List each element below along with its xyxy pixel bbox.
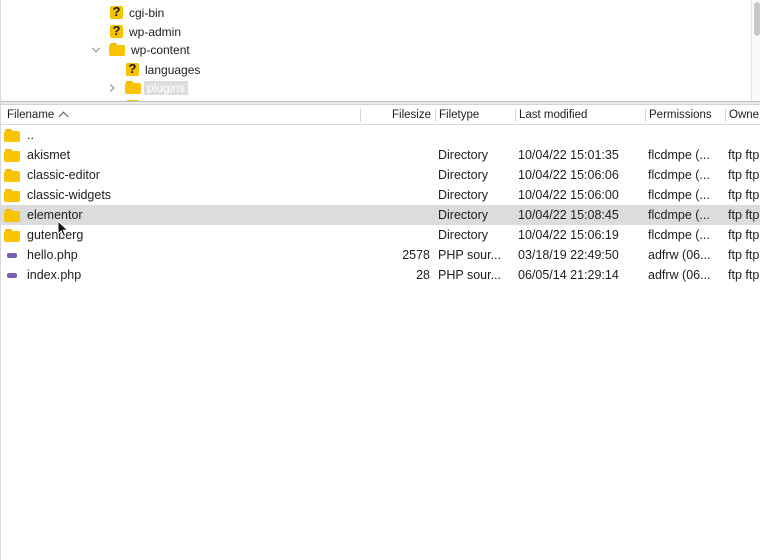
file-type: Directory <box>438 228 489 242</box>
tree-item-label: wp-admin <box>129 24 182 39</box>
file-modified: 10/04/22 15:01:35 <box>518 148 619 162</box>
remote-file-list[interactable]: Filename Filesize Filetype Last modified… <box>1 105 760 560</box>
file-name-cell: index.php <box>4 265 359 285</box>
table-row[interactable]: .. <box>1 125 760 145</box>
tree-item-languages[interactable]: ? languages <box>126 60 200 79</box>
tree-item-label: languages <box>145 62 201 77</box>
file-modified: 03/18/19 22:49:50 <box>518 248 619 262</box>
column-header-filesize[interactable]: Filesize <box>361 105 435 125</box>
tree-item-label: cgi-bin <box>129 5 165 20</box>
file-name: classic-editor <box>27 168 100 182</box>
column-header-label: Filename <box>7 109 55 121</box>
folder-icon <box>4 208 20 222</box>
file-name: elementor <box>27 208 83 222</box>
folder-icon <box>4 228 20 242</box>
column-header-label: Permissions <box>649 109 712 121</box>
file-permissions: adfrw (06... <box>648 248 711 262</box>
file-type: Directory <box>438 148 489 162</box>
file-owner: ftp ftp <box>728 228 760 242</box>
file-name-cell: classic-editor <box>4 165 359 185</box>
table-row[interactable]: classic-editor Directory 10/04/22 15:06:… <box>1 165 760 185</box>
file-permissions: flcdmpe (... <box>648 228 710 242</box>
file-owner: ftp ftp <box>728 148 760 162</box>
file-size: 2578 <box>402 248 430 262</box>
column-header-owner[interactable]: Owne <box>725 105 760 125</box>
sort-ascending-icon <box>59 110 69 120</box>
file-name-cell: hello.php <box>4 245 359 265</box>
folder-icon <box>4 128 20 142</box>
file-name-cell: classic-widgets <box>4 185 359 205</box>
column-header-label: Owne <box>729 109 760 121</box>
file-name: hello.php <box>27 248 78 262</box>
column-header-filename[interactable]: Filename <box>3 105 359 125</box>
column-header-label: Last modified <box>519 109 588 121</box>
mouse-cursor-icon <box>57 220 69 238</box>
ftp-client-window: ? cgi-bin ? wp-admin wp-content ? langua… <box>0 0 760 560</box>
file-name-cell: akismet <box>4 145 359 165</box>
file-owner: ftp ftp <box>728 248 760 262</box>
file-name: classic-widgets <box>27 188 112 202</box>
file-type: Directory <box>438 168 489 182</box>
file-name: gutenberg <box>27 228 84 242</box>
tree-item-wp-content[interactable]: wp-content <box>89 40 190 59</box>
question-folder-icon: ? <box>126 61 139 77</box>
file-type: PHP sour... <box>438 248 501 262</box>
table-row[interactable]: classic-widgets Directory 10/04/22 15:06… <box>1 185 760 205</box>
question-folder-icon: ? <box>110 23 123 39</box>
file-permissions: adfrw (06... <box>648 268 711 282</box>
chevron-right-icon[interactable] <box>105 81 119 95</box>
file-modified: 06/05/14 21:29:14 <box>518 268 619 282</box>
file-modified: 10/04/22 15:06:06 <box>518 168 619 182</box>
column-header-permissions[interactable]: Permissions <box>645 105 725 125</box>
file-type: PHP sour... <box>438 268 501 282</box>
php-file-icon <box>4 248 20 262</box>
file-type: Directory <box>438 188 489 202</box>
file-modified: 10/04/22 15:06:19 <box>518 228 619 242</box>
chevron-down-icon[interactable] <box>89 43 103 57</box>
tree-item-label: wp-content <box>131 42 190 57</box>
file-name-cell: .. <box>4 125 359 145</box>
table-row[interactable]: index.php 28 PHP sour... 06/05/14 21:29:… <box>1 265 760 285</box>
file-name: akismet <box>27 148 71 162</box>
tree-item-wp-admin[interactable]: ? wp-admin <box>110 22 181 41</box>
file-permissions: flcdmpe (... <box>648 148 710 162</box>
question-folder-icon: ? <box>110 4 123 20</box>
file-permissions: flcdmpe (... <box>648 188 710 202</box>
column-header-label: Filetype <box>439 109 480 121</box>
column-header-filetype[interactable]: Filetype <box>435 105 515 125</box>
file-owner: ftp ftp <box>728 208 760 222</box>
folder-icon <box>125 81 141 94</box>
column-header-label: Filesize <box>392 109 431 121</box>
folder-icon <box>4 188 20 202</box>
file-name: index.php <box>27 268 82 282</box>
tree-item-label: plugins <box>144 80 189 95</box>
folder-icon <box>4 168 20 182</box>
file-permissions: flcdmpe (... <box>648 168 710 182</box>
file-owner: ftp ftp <box>728 268 760 282</box>
file-type: Directory <box>438 208 489 222</box>
tree-item-plugins[interactable]: plugins <box>105 78 189 97</box>
folder-icon <box>4 148 20 162</box>
table-row[interactable]: hello.php 2578 PHP sour... 03/18/19 22:4… <box>1 245 760 265</box>
file-list-header: Filename Filesize Filetype Last modified… <box>1 105 760 125</box>
php-file-icon <box>4 268 20 282</box>
file-modified: 10/04/22 15:06:00 <box>518 188 619 202</box>
tree-item-cgi-bin[interactable]: ? cgi-bin <box>110 3 164 22</box>
table-row[interactable]: akismet Directory 10/04/22 15:01:35 flcd… <box>1 145 760 165</box>
file-owner: ftp ftp <box>728 168 760 182</box>
file-size: 28 <box>416 268 430 282</box>
table-row-selected[interactable]: elementor Directory 10/04/22 15:08:45 fl… <box>1 205 760 225</box>
remote-directory-tree[interactable]: ? cgi-bin ? wp-admin wp-content ? langua… <box>1 0 760 101</box>
tree-scrollbar-thumb[interactable] <box>754 2 760 36</box>
file-modified: 10/04/22 15:08:45 <box>518 208 619 222</box>
file-owner: ftp ftp <box>728 188 760 202</box>
folder-icon <box>109 43 125 56</box>
file-name: .. <box>27 128 34 142</box>
column-header-last-modified[interactable]: Last modified <box>515 105 645 125</box>
tree-scrollbar[interactable] <box>751 0 760 101</box>
file-permissions: flcdmpe (... <box>648 208 710 222</box>
table-row[interactable]: gutenberg Directory 10/04/22 15:06:19 fl… <box>1 225 760 245</box>
